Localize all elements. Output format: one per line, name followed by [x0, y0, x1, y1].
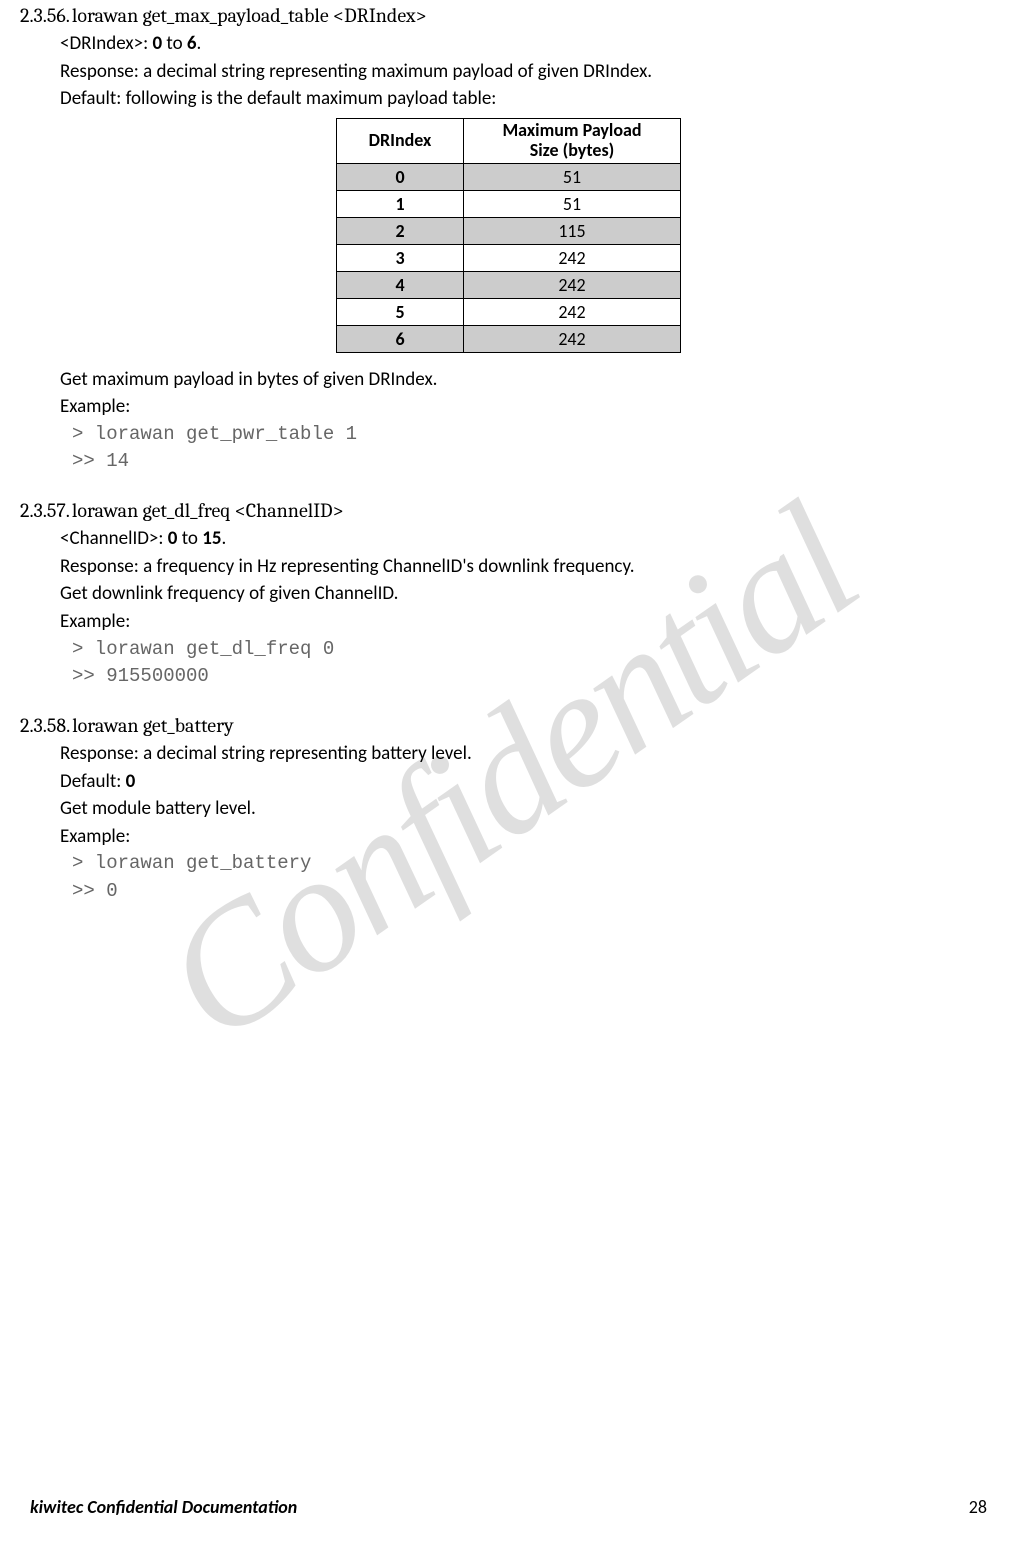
table-row: 2115 [337, 217, 681, 244]
param-to: to [162, 32, 187, 55]
param-max: 6 [187, 32, 197, 55]
payload-table: DRIndex Maximum PayloadSize (bytes) 051 … [336, 118, 681, 353]
response-line: Response: a frequency in Hz representing… [60, 554, 997, 580]
heading-title: lorawan get_battery [72, 714, 233, 737]
param-min: 0 [168, 527, 178, 550]
table-row: 4242 [337, 271, 681, 298]
param-max: 15 [202, 527, 221, 550]
response-line: Response: a decimal string representing … [60, 59, 997, 85]
code-line: >> 0 [72, 879, 997, 905]
footer-page-number: 28 [969, 1496, 987, 1518]
code-line: > lorawan get_dl_freq 0 [72, 637, 997, 663]
code-line: > lorawan get_battery [72, 851, 997, 877]
default-label: Default: [60, 770, 126, 793]
param-line: <DRIndex>: 0 to 6. [60, 31, 997, 57]
code-line: >> 14 [72, 449, 997, 475]
table-row: 5242 [337, 298, 681, 325]
code-line: > lorawan get_pwr_table 1 [72, 422, 997, 448]
heading-2-3-57: 2.3.57.lorawan get_dl_freq <ChannelID> [20, 499, 997, 522]
table-header-drindex: DRIndex [337, 118, 464, 163]
heading-number: 2.3.58. [20, 714, 70, 737]
desc-line: Get downlink frequency of given ChannelI… [60, 581, 997, 607]
example-label: Example: [60, 824, 997, 850]
desc-line: Get module battery level. [60, 796, 997, 822]
page-footer: kiwitec Confidential Documentation 28 [30, 1496, 987, 1518]
example-label: Example: [60, 609, 997, 635]
heading-title: lorawan get_max_payload_table <DRIndex> [72, 4, 427, 27]
footer-brand: kiwitec Confidential Documentation [30, 1496, 297, 1518]
table-row: 151 [337, 190, 681, 217]
heading-number: 2.3.56. [20, 4, 70, 27]
example-label: Example: [60, 394, 997, 420]
param-label: <ChannelID>: [60, 527, 168, 550]
heading-title: lorawan get_dl_freq <ChannelID> [72, 499, 344, 522]
table-row: 3242 [337, 244, 681, 271]
param-to: to [177, 527, 202, 550]
page-content: 2.3.56.lorawan get_max_payload_table <DR… [0, 4, 1017, 905]
default-value: 0 [126, 770, 136, 793]
default-line: Default: following is the default maximu… [60, 86, 997, 112]
heading-number: 2.3.57. [20, 499, 70, 522]
param-end: . [197, 32, 202, 55]
default-line: Default: 0 [60, 769, 997, 795]
code-line: >> 915500000 [72, 664, 997, 690]
desc-line: Get maximum payload in bytes of given DR… [60, 367, 997, 393]
table-row: 6242 [337, 325, 681, 352]
param-label: <DRIndex>: [60, 32, 152, 55]
response-line: Response: a decimal string representing … [60, 741, 997, 767]
table-row: 051 [337, 163, 681, 190]
param-min: 0 [152, 32, 162, 55]
param-end: . [221, 527, 226, 550]
table-header-payload: Maximum PayloadSize (bytes) [464, 118, 681, 163]
heading-2-3-56: 2.3.56.lorawan get_max_payload_table <DR… [20, 4, 997, 27]
heading-2-3-58: 2.3.58.lorawan get_battery [20, 714, 997, 737]
param-line: <ChannelID>: 0 to 15. [60, 526, 997, 552]
